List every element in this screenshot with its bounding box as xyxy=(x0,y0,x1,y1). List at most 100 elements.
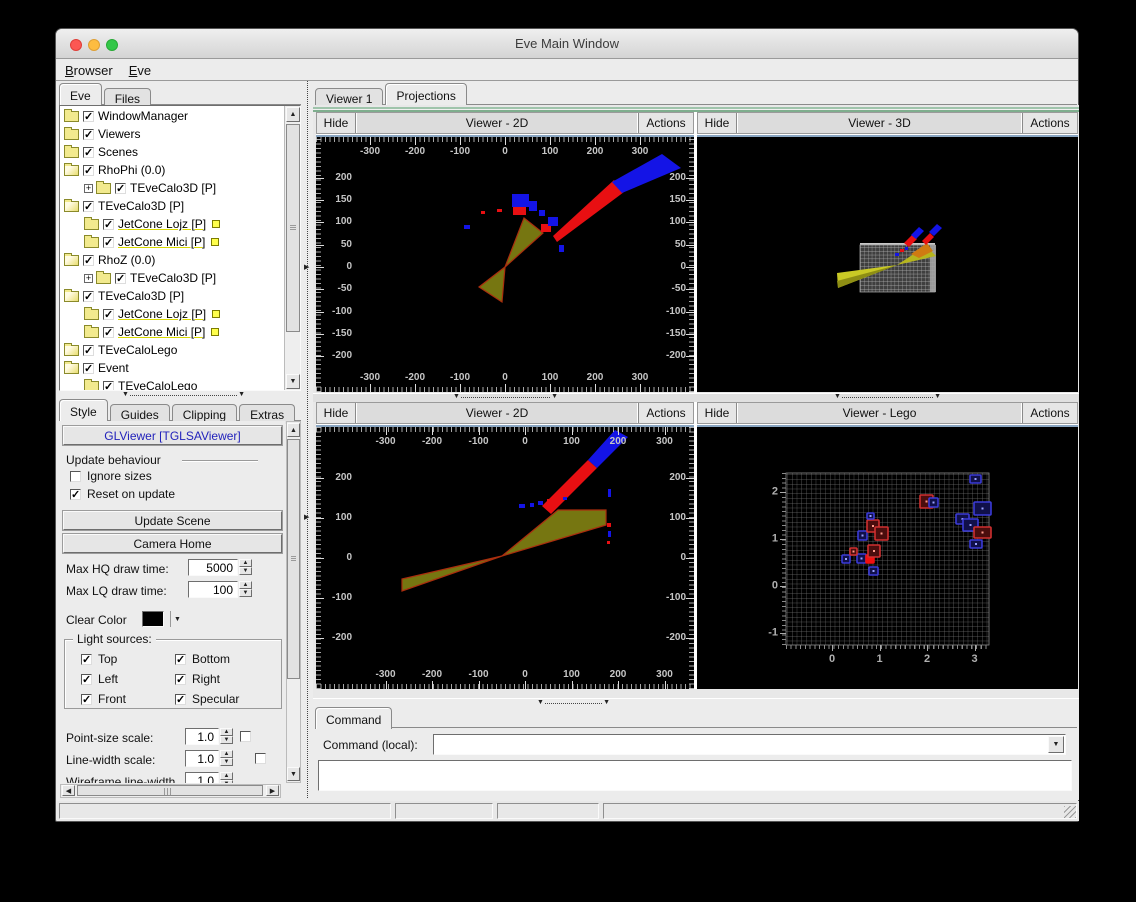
update-scene-button[interactable]: Update Scene xyxy=(62,510,283,531)
viewer-2d-canvas[interactable]: -300 -300 -200 -200 -100 -100 0 0 100 100 200 200 30… xyxy=(316,137,694,392)
spin-down-icon[interactable]: ▼ xyxy=(220,780,233,783)
sidebar-hscrollbar[interactable]: ◀ ▶ xyxy=(60,784,281,798)
checkbox-icon[interactable] xyxy=(81,673,92,686)
actions-button[interactable]: Actions xyxy=(639,403,693,423)
light-bottom-checkbox[interactable]: Bottom xyxy=(175,652,230,666)
tree-checkbox[interactable] xyxy=(83,128,94,141)
tree-item-rhoz-0-0[interactable]: RhoZ (0.0) xyxy=(62,251,282,269)
spinner-value[interactable]: 1.0 xyxy=(185,728,219,745)
scroll-down-button[interactable]: ▼ xyxy=(287,767,300,781)
menu-eve[interactable]: Eve xyxy=(128,60,160,78)
spinner-value[interactable]: 5000 xyxy=(188,559,238,576)
glviewer-button[interactable]: GLViewer [TGLSAViewer] xyxy=(62,425,283,446)
tree-item-windowmanager[interactable]: WindowManager xyxy=(62,107,282,125)
scrollbar-thumb[interactable] xyxy=(286,124,300,332)
spin-up-icon[interactable]: ▲ xyxy=(220,750,233,758)
tab-projections[interactable]: Projections xyxy=(385,83,467,105)
tree-checkbox[interactable] xyxy=(103,236,114,249)
wireframe-width-spinner[interactable]: 1.0 ▲▼ xyxy=(185,772,233,783)
light-left-checkbox[interactable]: Left xyxy=(81,672,118,686)
viewer-row-splitter[interactable]: ▼ ▼ ▼ ▼ xyxy=(313,393,1079,402)
camera-home-button[interactable]: Camera Home xyxy=(62,533,283,554)
tree-checkbox[interactable] xyxy=(115,182,126,195)
tree-item-scenes[interactable]: Scenes xyxy=(62,143,282,161)
ignore-sizes-checkbox[interactable]: Ignore sizes xyxy=(70,469,152,483)
line-width-spinner[interactable]: 1.0 ▲ ▼ xyxy=(185,750,233,767)
tab-eve[interactable]: Eve xyxy=(59,83,102,105)
resize-grip[interactable] xyxy=(1064,806,1076,818)
tree-checkbox[interactable] xyxy=(83,290,94,303)
hide-button[interactable]: Hide xyxy=(317,113,355,133)
tree-checkbox[interactable] xyxy=(103,326,114,339)
spin-down-icon[interactable]: ▼ xyxy=(220,736,233,744)
line-width-checkbox[interactable] xyxy=(255,753,267,764)
scroll-up-button[interactable]: ▲ xyxy=(287,423,300,437)
light-specular-checkbox[interactable]: Specular xyxy=(175,692,239,706)
tree-checkbox[interactable] xyxy=(83,110,94,123)
spin-up-icon[interactable]: ▲ xyxy=(220,728,233,736)
tree-item-tevecalo3d-p[interactable]: TEveCalo3D [P] xyxy=(62,197,282,215)
tab-command[interactable]: Command xyxy=(315,707,393,729)
spin-up-icon[interactable]: ▲ xyxy=(239,559,252,567)
tree-item-jetcone-lojz-p[interactable]: JetCone Lojz [P] xyxy=(62,215,282,233)
spin-down-icon[interactable]: ▼ xyxy=(220,758,233,766)
tree-item-tevecalo3d-p[interactable]: TEveCalo3D [P] xyxy=(62,287,282,305)
checkbox-icon[interactable] xyxy=(70,488,81,501)
light-top-checkbox[interactable]: Top xyxy=(81,652,117,666)
command-input[interactable]: ▼ xyxy=(433,734,1066,755)
menu-browser[interactable]: Browser xyxy=(64,60,122,78)
tree-checkbox[interactable] xyxy=(83,254,94,267)
light-front-checkbox[interactable]: Front xyxy=(81,692,126,706)
actions-button[interactable]: Actions xyxy=(1023,113,1077,133)
tree-item-jetcone-mici-p[interactable]: JetCone Mici [P] xyxy=(62,323,282,341)
spin-up-icon[interactable]: ▲ xyxy=(239,581,252,589)
scroll-up-button[interactable]: ▲ xyxy=(286,107,300,122)
checkbox-icon[interactable] xyxy=(70,470,81,482)
tree-checkbox[interactable] xyxy=(103,380,114,390)
max-lq-spinner[interactable]: 100 ▲ ▼ xyxy=(188,581,252,598)
tree-item-event[interactable]: Event xyxy=(62,359,282,377)
spinner-value[interactable]: 100 xyxy=(188,581,238,598)
hide-button[interactable]: Hide xyxy=(317,403,355,423)
sidebar-main-splitter[interactable]: ▶ ▶ xyxy=(303,81,313,798)
point-size-spinner[interactable]: 1.0 ▲ ▼ xyxy=(185,728,233,745)
tree-checkbox[interactable] xyxy=(103,308,114,321)
checkbox-icon[interactable] xyxy=(81,693,92,706)
command-dropdown-icon[interactable]: ▼ xyxy=(1048,736,1064,753)
viewer-2d-canvas[interactable]: -300 -300 -200 -200 -100 -100 0 0 100 100 200 200 30… xyxy=(316,427,694,689)
tree-checkbox[interactable] xyxy=(83,146,94,159)
tree-checkbox[interactable] xyxy=(115,272,126,285)
light-right-checkbox[interactable]: Right xyxy=(175,672,220,686)
checkbox-icon[interactable] xyxy=(175,673,186,686)
spinner-value[interactable]: 1.0 xyxy=(185,772,219,783)
hide-button[interactable]: Hide xyxy=(698,113,736,133)
tree-item-tevecalolego[interactable]: TEveCaloLego xyxy=(62,377,282,390)
style-scrollbar[interactable]: ▲ ▼ xyxy=(286,421,301,783)
window-titlebar[interactable]: Eve Main Window xyxy=(56,29,1078,59)
hide-button[interactable]: Hide xyxy=(698,403,736,423)
tree-item-jetcone-lojz-p[interactable]: JetCone Lojz [P] xyxy=(62,305,282,323)
tree-scrollbar[interactable]: ▲ ▼ xyxy=(284,106,300,390)
scrollbar-thumb[interactable] xyxy=(77,785,263,796)
scroll-right-button[interactable]: ▶ xyxy=(266,785,279,796)
color-dropdown-icon[interactable]: ▼ xyxy=(170,611,184,627)
tab-style[interactable]: Style xyxy=(59,399,108,421)
viewer-lego-canvas[interactable]: 0 1 2 3 2 1 0 -1 xyxy=(697,427,1078,689)
tree-checkbox[interactable] xyxy=(83,164,94,177)
actions-button[interactable]: Actions xyxy=(1023,403,1077,423)
expander-icon[interactable]: + xyxy=(84,273,93,283)
tree-checkbox[interactable] xyxy=(83,344,94,357)
checkbox-icon[interactable] xyxy=(81,653,92,666)
reset-on-update-checkbox[interactable]: Reset on update xyxy=(70,487,175,501)
tree-item-tevecalo3d-p[interactable]: + TEveCalo3D [P] xyxy=(62,179,282,197)
expander-icon[interactable]: + xyxy=(84,183,93,193)
spin-down-icon[interactable]: ▼ xyxy=(239,567,252,575)
checkbox-icon[interactable] xyxy=(175,693,186,706)
point-size-checkbox[interactable] xyxy=(240,731,251,742)
clear-color-swatch[interactable] xyxy=(142,611,164,627)
tree-item-rhophi-0-0[interactable]: RhoPhi (0.0) xyxy=(62,161,282,179)
spin-up-icon[interactable]: ▲ xyxy=(220,772,233,780)
tree-item-viewers[interactable]: Viewers xyxy=(62,125,282,143)
tree-item-tevecalolego[interactable]: TEveCaloLego xyxy=(62,341,282,359)
spin-down-icon[interactable]: ▼ xyxy=(239,589,252,597)
